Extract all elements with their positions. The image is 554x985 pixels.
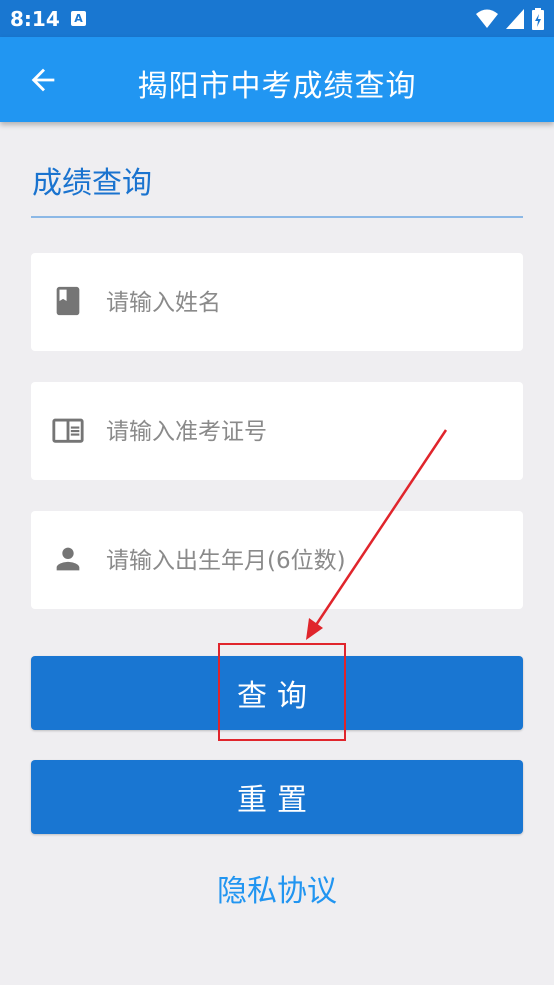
annotation-highlight-box bbox=[218, 643, 346, 741]
status-time: 8:14 bbox=[10, 7, 60, 31]
person-icon bbox=[56, 547, 80, 571]
name-input[interactable] bbox=[106, 283, 506, 323]
wifi-icon bbox=[476, 9, 498, 28]
notification-icon: A bbox=[71, 11, 86, 26]
exam-id-input[interactable] bbox=[106, 412, 506, 452]
annotation-arrow bbox=[306, 429, 448, 640]
book-icon bbox=[56, 286, 80, 316]
privacy-link[interactable]: 隐私协议 bbox=[0, 866, 554, 910]
status-icons bbox=[476, 8, 544, 30]
section-title: 成绩查询 bbox=[32, 166, 152, 201]
id-card-icon bbox=[52, 418, 84, 443]
birth-field-card bbox=[31, 511, 523, 609]
signal-icon bbox=[506, 9, 524, 29]
birth-input[interactable] bbox=[106, 541, 506, 581]
page-title: 揭阳市中考成绩查询 bbox=[137, 69, 417, 104]
status-bar: 8:14 A bbox=[0, 0, 554, 37]
exam-id-field-card bbox=[31, 382, 523, 480]
name-field-card bbox=[31, 253, 523, 351]
reset-button[interactable]: 重置 bbox=[31, 760, 523, 834]
section-divider bbox=[31, 216, 523, 218]
battery-icon bbox=[532, 8, 544, 30]
app-bar: 揭阳市中考成绩查询 bbox=[0, 37, 554, 122]
